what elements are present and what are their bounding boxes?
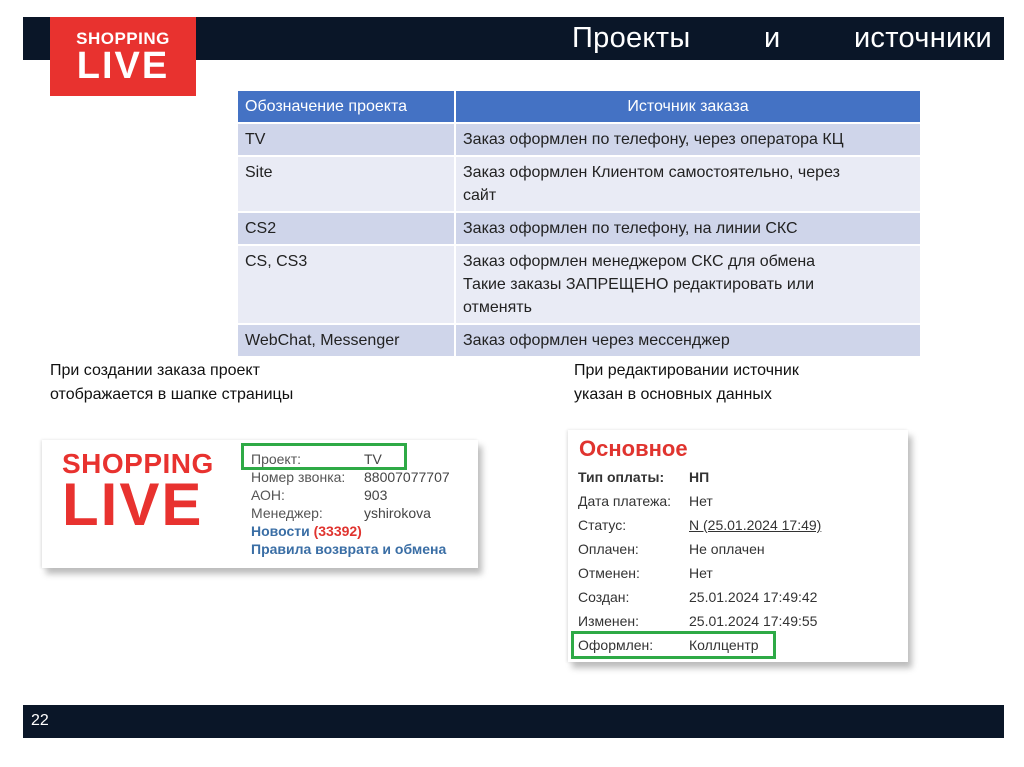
column-header-source: Источник заказа <box>454 89 922 124</box>
order-header-screenshot: SHOPPING LIVE Проект: TV Номер звонка: 880… <box>42 440 478 568</box>
brand-logo: SHOPPING LIVE <box>50 17 196 96</box>
source-cell: Заказ оформлен по телефону, через операт… <box>454 122 922 157</box>
project-cell: CS, CS3 <box>236 244 456 325</box>
projects-table: Обозначение проекта Источник заказа TV З… <box>236 89 922 358</box>
issued-by-highlight-box <box>571 631 776 659</box>
title-word: и <box>763 22 781 54</box>
table-row: TV Заказ оформлен по телефону, через опе… <box>236 122 922 157</box>
section-title: Основное <box>579 436 688 461</box>
status-link[interactable]: N (25.01.2024 17:49) <box>689 516 821 534</box>
return-rules-link[interactable]: Правила возврата и обмена <box>251 540 446 558</box>
project-highlight-box <box>241 443 407 470</box>
shop-logo: SHOPPING LIVE <box>62 450 214 538</box>
row-payment-type: Тип оплаты: НП <box>578 469 710 485</box>
slide-title: Проекты и источники <box>572 22 992 55</box>
row-status: Статус: N (25.01.2024 17:49) <box>578 517 822 533</box>
main-data-screenshot: Основное Тип оплаты: НП Дата платежа: Нет … <box>568 430 908 662</box>
news-link[interactable]: Новости (33392) <box>251 522 362 540</box>
field-aon: АОН: 903 <box>251 487 388 503</box>
table-row: CS2 Заказ оформлен по телефону, на линии… <box>236 211 922 246</box>
title-word: источники <box>853 22 992 54</box>
column-header-project: Обозначение проекта <box>236 89 456 124</box>
row-modified: Изменен: 25.01.2024 17:49:55 <box>578 613 818 629</box>
row-payment-date: Дата платежа: Нет <box>578 493 713 509</box>
project-cell: TV <box>236 122 456 157</box>
project-cell: WebChat, Messenger <box>236 323 456 358</box>
field-call-number: Номер звонка: 88007077707 <box>251 469 450 485</box>
source-cell: Заказ оформлен по телефону, на линии СКС <box>454 211 922 246</box>
caption-order-creation: При создании заказа проект отображается в… <box>50 362 294 403</box>
table-header-row: Обозначение проекта Источник заказа <box>236 89 922 124</box>
source-cell: Заказ оформлен Клиентом самостоятельно, … <box>454 155 922 213</box>
project-cell: CS2 <box>236 211 456 246</box>
source-cell: Заказ оформлен менеджером СКС для обмена… <box>454 244 922 325</box>
source-cell: Заказ оформлен через мессенджер <box>454 323 922 358</box>
row-created: Создан: 25.01.2024 17:49:42 <box>578 589 818 605</box>
caption-order-editing: При редактировании источник указан в осно… <box>574 362 799 403</box>
row-cancelled: Отменен: Нет <box>578 565 713 581</box>
news-count: (33392) <box>313 523 362 539</box>
title-word: Проекты <box>572 22 691 54</box>
logo-text-live: LIVE <box>76 44 170 87</box>
logo-text-live: LIVE <box>62 471 204 538</box>
table-row: WebChat, Messenger Заказ оформлен через … <box>236 323 922 358</box>
bottom-bar <box>23 705 1004 738</box>
table-row: CS, CS3 Заказ оформлен менеджером СКС дл… <box>236 244 922 325</box>
field-manager: Менеджер: yshirokova <box>251 505 431 521</box>
table-row: Site Заказ оформлен Клиентом самостоятел… <box>236 155 922 213</box>
project-cell: Site <box>236 155 456 213</box>
row-paid: Оплачен: Не оплачен <box>578 541 765 557</box>
page-number: 22 <box>31 712 49 729</box>
